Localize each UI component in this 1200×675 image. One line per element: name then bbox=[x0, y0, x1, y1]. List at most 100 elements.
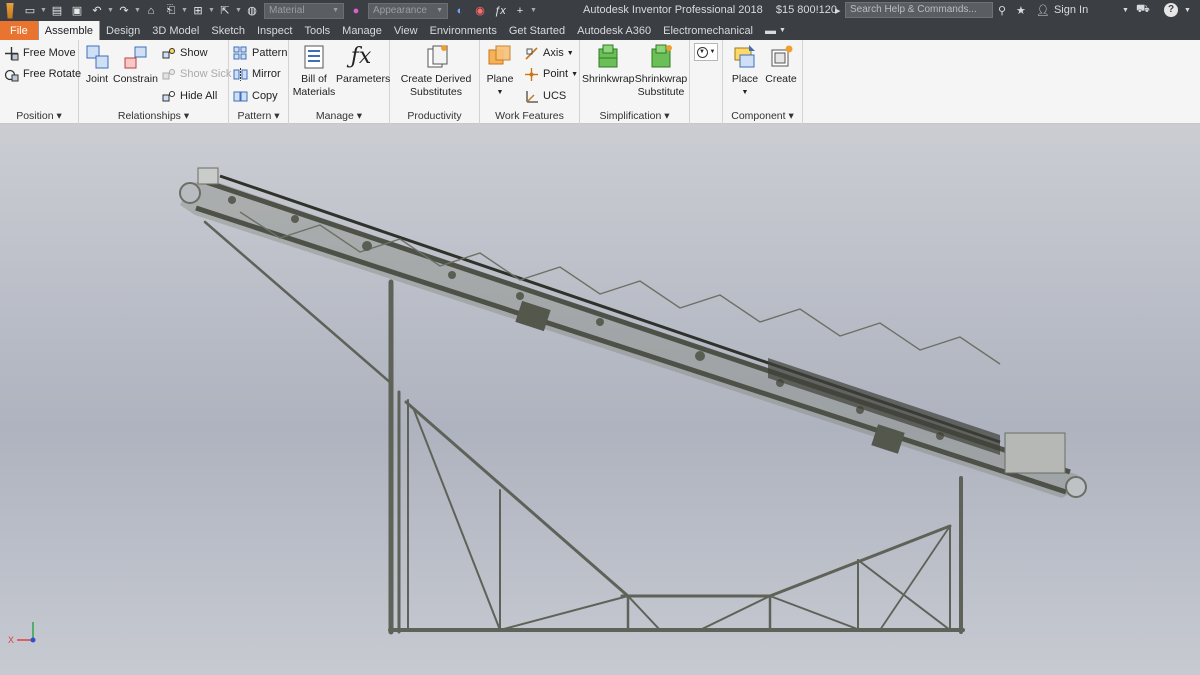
open-folder-icon[interactable]: ▤ bbox=[49, 4, 65, 18]
ucs-button[interactable]: UCS bbox=[524, 87, 566, 105]
clear-appearance-icon[interactable]: ◉ bbox=[472, 4, 488, 18]
new-file-icon[interactable]: ▭ bbox=[22, 4, 38, 18]
select-icon[interactable]: ⇱ bbox=[217, 4, 233, 18]
return-icon[interactable]: ⎗ bbox=[163, 4, 179, 18]
ribbon-display-toggle[interactable]: ▬ ▼ bbox=[759, 21, 792, 40]
inventor-logo-icon[interactable] bbox=[6, 2, 14, 19]
parameters-button[interactable]: ƒx Parameters bbox=[336, 43, 390, 86]
adjust-appearance-icon[interactable]: ◐ bbox=[452, 4, 468, 18]
group-label-simplification[interactable]: Simplification ▾ bbox=[580, 110, 689, 122]
undo-dropdown-icon[interactable]: ▼ bbox=[107, 4, 114, 18]
qat-customize-icon[interactable]: ▼ bbox=[530, 4, 537, 18]
group-productivity: Create Derived Substitutes Productivity bbox=[390, 40, 480, 124]
show-button[interactable]: Show bbox=[161, 44, 208, 62]
constrain-button[interactable]: Constrain bbox=[113, 43, 158, 86]
chevron-down-icon: ▼ bbox=[566, 49, 574, 57]
update-icon[interactable]: ⊞ bbox=[190, 4, 206, 18]
undo-icon[interactable]: ↶ bbox=[89, 4, 105, 18]
plus-icon[interactable]: + bbox=[512, 4, 528, 18]
group-label-relationships[interactable]: Relationships ▾ bbox=[79, 110, 228, 122]
select-dropdown-icon[interactable]: ▼ bbox=[235, 4, 242, 18]
tab-3d-model[interactable]: 3D Model bbox=[146, 21, 205, 40]
tab-get-started[interactable]: Get Started bbox=[503, 21, 571, 40]
redo-icon[interactable]: ↷ bbox=[116, 4, 132, 18]
show-sick-label: Show Sick bbox=[180, 68, 232, 80]
appearance-combo[interactable]: Appearance ▼ bbox=[368, 2, 448, 19]
appearance-combo-text: Appearance bbox=[373, 5, 427, 16]
material-combo[interactable]: Material ▼ bbox=[264, 2, 344, 19]
mirror-button[interactable]: Mirror bbox=[233, 65, 281, 83]
group-relationships: Joint Constrain Show Show Sick Hide All bbox=[79, 40, 231, 124]
search-input[interactable]: Search Help & Commands... bbox=[845, 2, 993, 18]
search-expand-icon[interactable]: ▸ bbox=[835, 2, 841, 18]
filter-icon: ▼ bbox=[696, 46, 708, 58]
new-dropdown-icon[interactable]: ▼ bbox=[40, 4, 47, 18]
group-label-manage[interactable]: Manage ▾ bbox=[289, 110, 389, 122]
pattern-button[interactable]: Pattern bbox=[233, 44, 287, 62]
fx-icon[interactable]: ƒx bbox=[492, 4, 508, 18]
redo-dropdown-icon[interactable]: ▼ bbox=[134, 4, 141, 18]
hide-all-button[interactable]: Hide All bbox=[161, 87, 217, 105]
place-component-icon bbox=[731, 43, 759, 71]
sign-in-label: Sign In bbox=[1053, 4, 1089, 16]
group-label-component[interactable]: Component ▾ bbox=[723, 110, 802, 122]
bill-of-materials-button[interactable]: Bill of Materials bbox=[292, 43, 336, 99]
save-icon[interactable]: ▣ bbox=[69, 4, 85, 18]
tab-file[interactable]: File bbox=[0, 21, 38, 40]
tab-design[interactable]: Design bbox=[100, 21, 146, 40]
place-label: Place bbox=[731, 73, 759, 85]
help-icon[interactable]: ? bbox=[1164, 2, 1178, 18]
update-dropdown-icon[interactable]: ▼ bbox=[208, 4, 215, 18]
sign-in-button[interactable]: 👤︎ Sign In bbox=[1036, 2, 1088, 18]
sign-in-dropdown-icon[interactable]: ▼ bbox=[1122, 2, 1129, 18]
tab-inspect[interactable]: Inspect bbox=[251, 21, 298, 40]
mirror-label: Mirror bbox=[252, 68, 281, 80]
plane-button[interactable]: Plane ▼ bbox=[484, 43, 516, 99]
axis-icon bbox=[524, 46, 539, 61]
joint-button[interactable]: Joint bbox=[84, 43, 110, 86]
free-rotate-label: Free Rotate bbox=[23, 68, 82, 80]
help-dropdown-icon[interactable]: ▼ bbox=[1184, 2, 1191, 18]
tab-manage[interactable]: Manage bbox=[336, 21, 388, 40]
tab-environments[interactable]: Environments bbox=[424, 21, 503, 40]
tab-view[interactable]: View bbox=[388, 21, 424, 40]
sws-label-line2: Substitute bbox=[637, 86, 685, 98]
create-derived-substitutes-button[interactable]: Create Derived Substitutes bbox=[396, 43, 476, 99]
tab-autodesk-a360[interactable]: Autodesk A360 bbox=[571, 21, 657, 40]
point-button[interactable]: Point ▼ bbox=[524, 65, 578, 83]
group-label-productivity: Productivity bbox=[407, 110, 462, 122]
axis-button[interactable]: Axis ▼ bbox=[524, 44, 574, 62]
tab-electromechanical[interactable]: Electromechanical bbox=[657, 21, 759, 40]
star-icon[interactable]: ★ bbox=[1016, 2, 1026, 18]
binoculars-icon[interactable]: ⚲ bbox=[998, 2, 1006, 18]
return-dropdown-icon[interactable]: ▼ bbox=[181, 4, 188, 18]
globe-icon[interactable]: ◍ bbox=[244, 4, 260, 18]
graphics-viewport[interactable]: X bbox=[0, 124, 1200, 675]
select-priority-dropdown[interactable]: ▼ ▼ bbox=[694, 43, 718, 61]
shrinkwrap-substitute-button[interactable]: Shrinkwrap Substitute bbox=[634, 43, 688, 99]
plane-icon bbox=[486, 43, 514, 71]
shrinkwrap-button[interactable]: Shrinkwrap bbox=[582, 43, 635, 86]
free-rotate-button[interactable]: Free Rotate bbox=[4, 65, 81, 83]
tab-tools[interactable]: Tools bbox=[298, 21, 336, 40]
conveyor-model[interactable]: X bbox=[0, 124, 1200, 675]
tab-assemble[interactable]: Assemble bbox=[37, 21, 101, 40]
shrinkwrap-substitute-icon bbox=[647, 43, 675, 71]
appearance-sphere-icon[interactable]: ● bbox=[348, 4, 364, 18]
group-label-pattern[interactable]: Pattern ▾ bbox=[229, 110, 288, 122]
tab-sketch[interactable]: Sketch bbox=[205, 21, 251, 40]
group-label-position[interactable]: Position ▾ bbox=[0, 110, 78, 122]
window-title: Autodesk Inventor Professional 2018 $15 … bbox=[583, 4, 847, 16]
shrinkwrap-icon bbox=[594, 43, 622, 71]
show-sick-button[interactable]: Show Sick bbox=[161, 65, 231, 83]
hide-all-label: Hide All bbox=[180, 90, 218, 102]
place-button[interactable]: Place ▼ bbox=[729, 43, 761, 99]
create-component-button[interactable]: Create bbox=[763, 43, 799, 86]
group-extra: ▼ ▼ bbox=[690, 40, 723, 124]
copy-button[interactable]: Copy bbox=[233, 87, 278, 105]
cart-icon[interactable]: ⛟ bbox=[1136, 2, 1150, 18]
home-icon[interactable]: ⌂ bbox=[143, 4, 159, 18]
ucs-icon bbox=[524, 89, 539, 104]
free-move-button[interactable]: Free Move bbox=[4, 44, 76, 62]
bom-label-line2: Materials bbox=[292, 86, 336, 98]
